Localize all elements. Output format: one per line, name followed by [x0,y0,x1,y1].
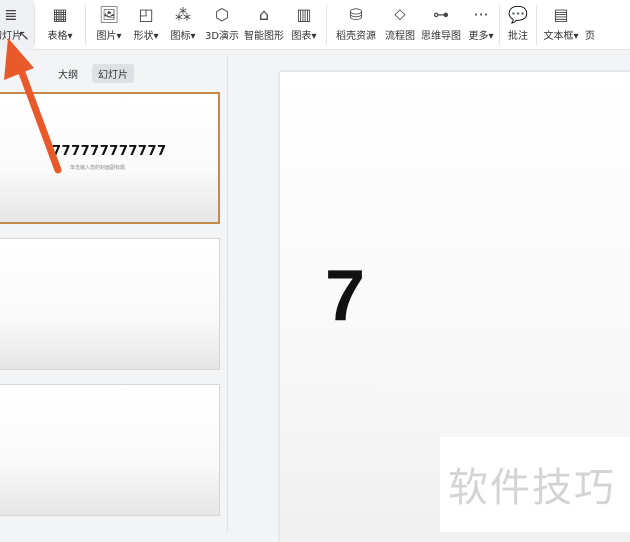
flowchart-button[interactable]: ⬦ 流程图 [381,0,419,50]
annotation-arrow-icon [4,38,62,174]
icons-icon: ⁂ [175,4,191,24]
flowchart-icon: ⬦ [394,4,406,23]
ribbon-toolbar: ≣幻灯片 ▦表格▾ 🖼图片▾ ◰形状▾ ⁂图标▾ ⬡3D演示 ⌂智能图形 ▥图表… [0,0,630,50]
comment-icon: 💬 [508,4,528,24]
more-button[interactable]: ··· 更多▾ [463,0,499,50]
icons-button[interactable]: ⁂ 图标▾ [164,0,202,50]
picture-button[interactable]: 🖼 图片▾ [90,0,128,50]
textbox-button[interactable]: ▤ 文本框▾ [537,0,585,50]
docer-icon: ⛁ [349,4,363,24]
chart-button[interactable]: ▥ 图表▾ [286,0,322,50]
cube-icon: ⬡ [215,4,229,24]
divider [326,5,327,45]
divider [85,5,86,45]
watermark: 软件技巧 [440,437,630,532]
tab-slides[interactable]: 幻灯片 [92,64,134,83]
more-icon: ··· [473,4,489,24]
comment-button[interactable]: 💬 批注 [500,0,536,50]
3d-button[interactable]: ⬡ 3D演示 [202,0,242,50]
mouse-cursor-icon: ↖ [18,28,30,44]
slide-thumbnail-3[interactable] [0,384,220,516]
smart-art-icon: ⌂ [258,4,270,24]
canvas-title[interactable]: 7 [325,255,365,337]
mindmap-button[interactable]: ⊶ 思维导图 [419,0,463,50]
shape-button[interactable]: ◰ 形状▾ [128,0,164,50]
docer-button[interactable]: ⛁ 稻壳资源 [331,0,381,50]
mindmap-icon: ⊶ [433,4,449,24]
smart-art-button[interactable]: ⌂ 智能图形 [242,0,286,50]
slide-thumbnail-2[interactable] [0,238,220,370]
shape-icon: ◰ [138,4,154,24]
chart-icon: ▥ [296,4,312,24]
textbox-icon: ▤ [553,4,569,24]
page-button[interactable]: 页 [585,0,605,50]
picture-icon: 🖼 [98,4,120,24]
